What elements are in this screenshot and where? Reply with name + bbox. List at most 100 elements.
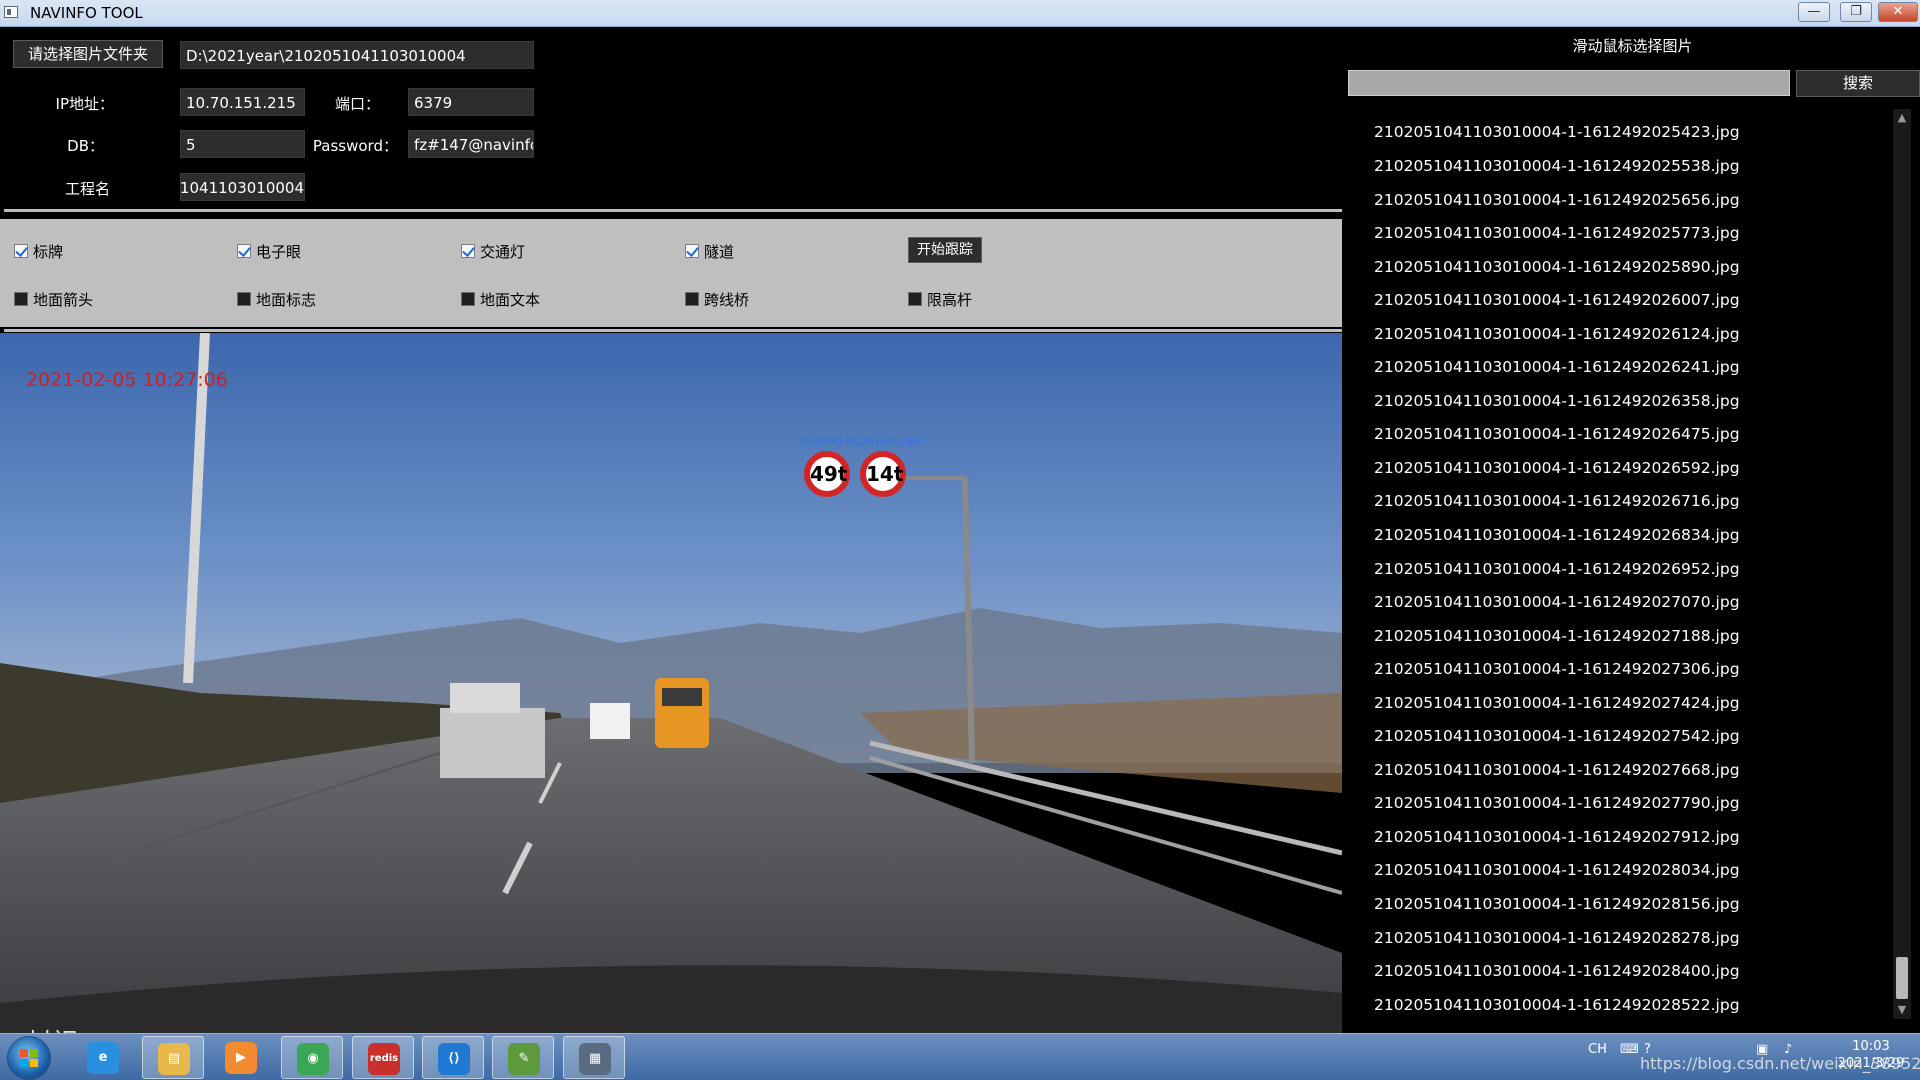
checkbox-label: 地面箭头 [33,290,94,309]
checkbox-traffic-light[interactable]: 交通灯 [461,241,525,261]
file-list-item[interactable]: 2102051041103010004-1-1612492025656.jpg [1374,191,1740,209]
checkbox-ground-arrow[interactable]: 地面箭头 [14,289,93,309]
file-list-item[interactable]: 2102051041103010004-1-1612492028278.jpg [1374,929,1740,947]
taskbar-app-explorer[interactable]: ▤ [142,1036,204,1079]
taskbar: e ▤ ▶ ◉ redis ⟨⟩ ✎ ▦ CH ⌨ ? ▣ ♪ https://… [0,1033,1920,1080]
folder-path-field[interactable]: D:\2021year\2102051041103010004 [180,41,534,69]
scroll-down-icon[interactable]: ▼ [1893,1001,1911,1019]
road-image-view[interactable]: 2021-02-05 10:27:06 030490-0020140-266 4… [0,333,1342,1033]
file-list-item[interactable]: 2102051041103010004-1-1612492026124.jpg [1374,325,1740,343]
restore-button[interactable]: ❐ [1840,2,1872,22]
file-list-item[interactable]: 2102051041103010004-1-1612492027912.jpg [1374,828,1740,846]
checkbox-box[interactable] [685,244,699,258]
taskbar-app-redis[interactable]: redis [352,1036,414,1079]
checkbox-label: 地面标志 [256,290,317,309]
scroll-thumb[interactable] [1896,957,1908,999]
checkbox-box[interactable] [14,292,28,306]
file-list-item[interactable]: 2102051041103010004-1-1612492027424.jpg [1374,694,1740,712]
checkbox-label: 限高杆 [927,290,973,309]
file-list-item[interactable]: 2102051041103010004-1-1612492025890.jpg [1374,258,1740,276]
select-folder-button[interactable]: 请选择图片文件夹 [13,40,163,68]
title-bar: NAVINFO TOOL — ❐ ✕ [0,0,1920,27]
file-list-item[interactable]: 2102051041103010004-1-1612492026475.jpg [1374,425,1740,443]
checkbox-box[interactable] [461,292,475,306]
file-list-item[interactable]: 2102051041103010004-1-1612492027790.jpg [1374,794,1740,812]
close-button[interactable]: ✕ [1878,2,1918,22]
clock-time: 10:03 [1852,1039,1890,1054]
file-list-item[interactable]: 2102051041103010004-1-1612492027668.jpg [1374,761,1740,779]
keyboard-icon[interactable]: ⌨ [1620,1042,1639,1057]
checkbox-overpass[interactable]: 跨线桥 [685,289,749,309]
checkbox-e-eye[interactable]: 电子眼 [237,241,301,261]
taskbar-app-calculator[interactable]: ▦ [563,1036,625,1079]
file-list-item[interactable]: 2102051041103010004-1-1612492027306.jpg [1374,660,1740,678]
taskbar-app-media[interactable]: ▶ [210,1036,272,1079]
file-list-item[interactable]: 2102051041103010004-1-1612492026592.jpg [1374,459,1740,477]
file-list-item[interactable]: 2102051041103010004-1-1612492028156.jpg [1374,895,1740,913]
search-input[interactable] [1348,70,1790,96]
file-list-item[interactable]: 2102051041103010004-1-1612492026716.jpg [1374,492,1740,510]
checkbox-label: 交通灯 [480,242,526,261]
clock-date: 2021/3/29 [1837,1056,1905,1071]
sign-weight-limit[interactable]: 49t [804,451,850,497]
panel-separator [4,329,1342,332]
file-list-header: 滑动鼠标选择图片 [1572,37,1693,55]
checkbox-height-limit[interactable]: 限高杆 [908,289,972,309]
ip-field[interactable]: 10.70.151.215 [180,88,305,116]
road-scene-image [0,333,1342,1033]
checkbox-box[interactable] [237,244,251,258]
file-list-item[interactable]: 2102051041103010004-1-1612492027070.jpg [1374,593,1740,611]
taskbar-app-python[interactable]: ✎ [492,1036,554,1079]
checkbox-box[interactable] [237,292,251,306]
password-field[interactable]: fz#147@navinfo [408,130,534,158]
file-list-item[interactable]: 2102051041103010004-1-1612492025773.jpg [1374,224,1740,242]
db-field[interactable]: 5 [180,130,305,158]
checkbox-tunnel[interactable]: 隧道 [685,241,734,261]
checkbox-box[interactable] [461,244,475,258]
project-field[interactable]: 5104110301000​4 [180,173,305,201]
file-list-item[interactable]: 2102051041103010004-1-1612492026007.jpg [1374,291,1740,309]
window-title: NAVINFO TOOL [30,4,143,22]
taskbar-app-vscode[interactable]: ⟨⟩ [422,1036,484,1079]
file-list-item[interactable]: 2102051041103010004-1-1612492028400.jpg [1374,962,1740,980]
port-label: 端口： [334,95,380,113]
file-list-item[interactable]: 2102051041103010004-1-1612492028034.jpg [1374,861,1740,879]
file-list[interactable]: 2102051041103010004-1-1612492025423.jpg … [1354,109,1900,1014]
checkbox-box[interactable] [908,292,922,306]
image-timestamp: 2021-02-05 10:27:06 [26,369,228,391]
checkbox-label: 隧道 [704,242,735,261]
checkbox-ground-mark[interactable]: 地面标志 [237,289,316,309]
file-list-item[interactable]: 2102051041103010004-1-1612492026358.jpg [1374,392,1740,410]
checkbox-box[interactable] [685,292,699,306]
language-indicator[interactable]: CH [1588,1042,1607,1057]
file-list-item[interactable]: 2102051041103010004-1-1612492028522.jpg [1374,996,1740,1014]
file-list-item[interactable]: 2102051041103010004-1-1612492025423.jpg [1374,123,1740,141]
folder-icon: ▤ [158,1043,190,1075]
file-list-item[interactable]: 2102051041103010004-1-1612492026241.jpg [1374,358,1740,376]
start-tracking-button[interactable]: 开始跟踪 [908,237,982,263]
chrome-icon: ◉ [297,1043,329,1075]
file-list-item[interactable]: 2102051041103010004-1-1612492027542.jpg [1374,727,1740,745]
checkbox-box[interactable] [14,244,28,258]
file-list-scrollbar[interactable]: ▲ ▼ [1893,109,1911,1019]
sign-axle-limit[interactable]: 14t [860,451,906,497]
start-button[interactable] [7,1036,51,1080]
checkbox-sign[interactable]: 标牌 [14,241,63,261]
file-list-item[interactable]: 2102051041103010004-1-1612492026834.jpg [1374,526,1740,544]
file-list-item[interactable]: 2102051041103010004-1-1612492027188.jpg [1374,627,1740,645]
project-label: 工程名 [64,180,110,198]
port-field[interactable]: 6379 [408,88,534,116]
scroll-up-icon[interactable]: ▲ [1893,109,1911,127]
media-player-icon: ▶ [225,1042,257,1074]
file-list-item[interactable]: 2102051041103010004-1-1612492025538.jpg [1374,157,1740,175]
checkbox-label: 地面文本 [480,290,541,309]
minimize-button[interactable]: — [1798,2,1830,22]
checkbox-ground-text[interactable]: 地面文本 [461,289,540,309]
taskbar-app-chrome[interactable]: ◉ [281,1036,343,1079]
system-clock[interactable]: 10:03 2021/3/29 [1836,1038,1906,1072]
vscode-icon: ⟨⟩ [438,1043,470,1075]
taskbar-app-ie[interactable]: e [72,1036,134,1079]
search-button[interactable]: 搜索 [1796,70,1920,97]
checkbox-label: 跨线桥 [704,290,750,309]
file-list-item[interactable]: 2102051041103010004-1-1612492026952.jpg [1374,560,1740,578]
